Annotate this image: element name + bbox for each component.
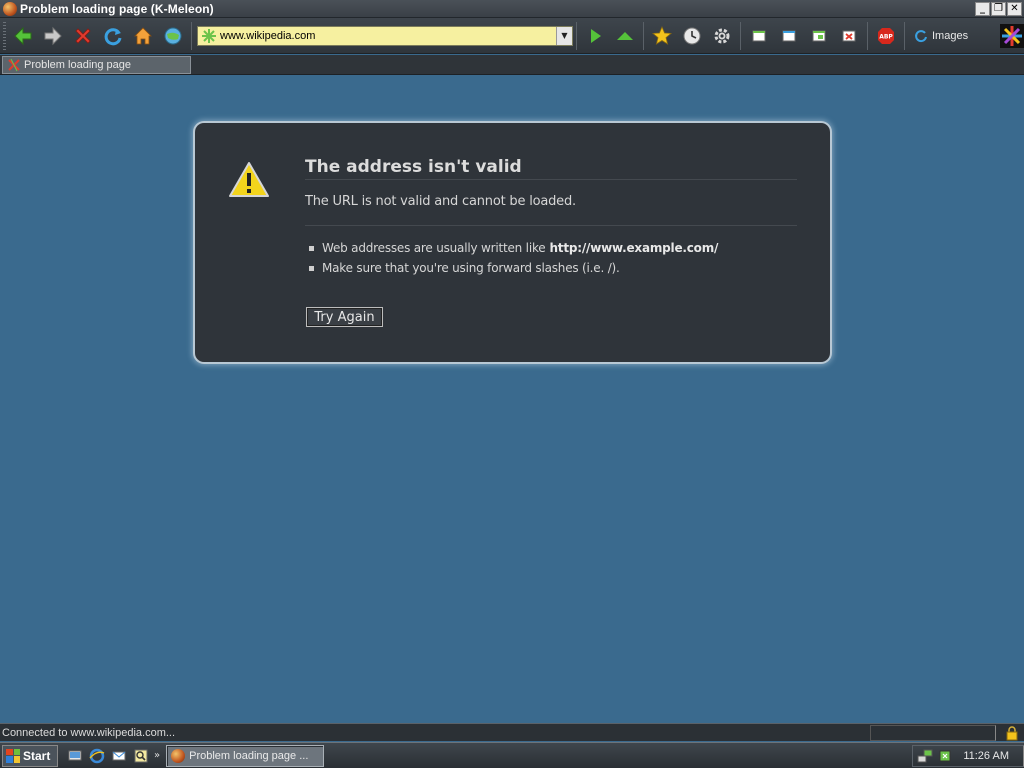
page-content: The address isn't valid The URL is not v…	[0, 76, 1024, 723]
url-dropdown-icon[interactable]: ▼	[556, 26, 572, 45]
warning-icon	[229, 162, 269, 197]
toolbar-separator	[191, 21, 192, 50]
close-tab-icon[interactable]	[835, 22, 863, 50]
quick-launch: »	[66, 747, 160, 765]
tip-item: Web addresses are usually written like h…	[309, 238, 718, 258]
kmeleon-logo-icon	[1000, 23, 1024, 48]
back-icon[interactable]	[9, 22, 37, 50]
start-button[interactable]: Start	[2, 744, 58, 767]
window-title: Problem loading page (K-Meleon)	[20, 1, 214, 16]
show-desktop-icon[interactable]	[66, 747, 84, 765]
minimize-button[interactable]: _	[975, 1, 990, 16]
toolbar-separator	[740, 21, 741, 50]
navigation-toolbar: www.wikipedia.com ▼ ABP Images	[0, 18, 1024, 54]
start-label: Start	[23, 748, 51, 763]
error-box: The address isn't valid The URL is not v…	[195, 123, 830, 362]
adblock-icon[interactable]: ABP	[872, 22, 900, 50]
try-again-button[interactable]: Try Again	[306, 307, 383, 327]
page-favicon-icon	[202, 28, 216, 43]
new-window-icon[interactable]	[805, 22, 833, 50]
security-lock-icon[interactable]	[1004, 725, 1020, 741]
window-layout-icon[interactable]	[745, 22, 773, 50]
window-controls: _ ❐ ✕	[975, 1, 1022, 16]
url-input[interactable]: www.wikipedia.com	[220, 30, 556, 42]
toolbar-separator	[576, 21, 577, 50]
title-divider	[305, 179, 797, 180]
toolbar-separator	[904, 21, 905, 50]
task-label: Problem loading page ...	[189, 749, 309, 762]
go-icon[interactable]	[581, 22, 609, 50]
svg-text:ABP: ABP	[879, 33, 893, 40]
history-clock-icon[interactable]	[678, 22, 706, 50]
tip-text: Web addresses are usually written like	[322, 241, 546, 255]
bookmarks-star-icon[interactable]	[648, 22, 676, 50]
url-bar[interactable]: www.wikipedia.com ▼	[197, 25, 573, 46]
description-divider	[305, 225, 797, 226]
images-label: Images	[932, 29, 969, 42]
tab-problem-loading[interactable]: Problem loading page	[2, 56, 191, 74]
toolbar-grip[interactable]	[3, 21, 6, 50]
reload-icon[interactable]	[99, 22, 127, 50]
kmeleon-task-icon	[171, 748, 186, 763]
system-tray: 11:26 AM	[912, 744, 1024, 767]
taskbar-clock[interactable]: 11:26 AM	[963, 750, 1009, 762]
status-bar: Connected to www.wikipedia.com...	[0, 723, 1024, 741]
home-icon[interactable]	[129, 22, 157, 50]
quick-launch-more-icon[interactable]: »	[154, 750, 160, 761]
volume-tray-icon[interactable]	[937, 748, 953, 764]
kmeleon-app-icon[interactable]	[3, 1, 17, 16]
tip-item: Make sure that you're using forward slas…	[309, 258, 718, 278]
window-refresh-icon[interactable]	[775, 22, 803, 50]
status-progress-panel	[870, 724, 996, 741]
stop-icon[interactable]	[69, 22, 97, 50]
status-text: Connected to www.wikipedia.com...	[2, 726, 176, 739]
toolbar-separator	[867, 21, 868, 50]
network-tray-icon[interactable]	[917, 748, 933, 764]
tip-example-url: http://www.example.com/	[549, 241, 719, 255]
up-icon[interactable]	[611, 22, 639, 50]
windows-taskbar: Start » Problem loading page ... 11:26 A…	[0, 742, 1024, 768]
images-refresh-icon	[915, 29, 927, 42]
forward-icon[interactable]	[39, 22, 67, 50]
images-toggle-button[interactable]: Images	[914, 29, 968, 43]
search-icon[interactable]	[132, 747, 150, 765]
tab-error-icon	[8, 58, 20, 72]
toolbar-separator	[643, 21, 644, 50]
taskbar-window-button[interactable]: Problem loading page ...	[166, 744, 325, 767]
close-window-button[interactable]: ✕	[1007, 1, 1022, 16]
restore-button[interactable]: ❐	[991, 1, 1006, 16]
settings-gear-icon[interactable]	[708, 22, 736, 50]
error-title: The address isn't valid	[305, 157, 522, 177]
error-tips-list: Web addresses are usually written like h…	[309, 238, 718, 278]
bullet-icon	[309, 245, 314, 251]
tab-strip: Problem loading page	[0, 55, 1024, 75]
internet-explorer-icon[interactable]	[88, 747, 106, 765]
globe-icon[interactable]	[159, 22, 187, 50]
tab-label: Problem loading page	[24, 59, 132, 71]
outlook-express-icon[interactable]	[110, 747, 128, 765]
error-description: The URL is not valid and cannot be loade…	[305, 194, 576, 209]
bullet-icon	[309, 265, 314, 271]
window-titlebar: Problem loading page (K-Meleon) _ ❐ ✕	[0, 0, 1024, 18]
tip-text: Make sure that you're using forward slas…	[322, 261, 620, 275]
windows-flag-icon	[6, 748, 20, 763]
